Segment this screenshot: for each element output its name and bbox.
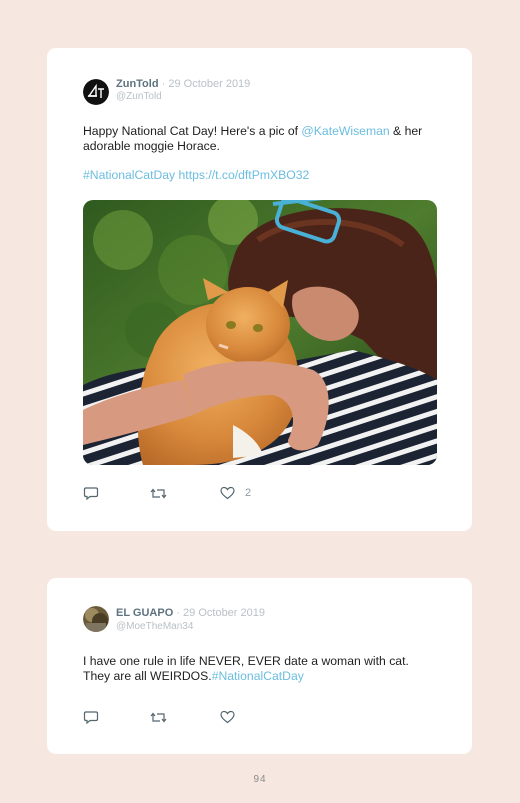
tweet-actions: [83, 710, 383, 726]
tweet-photo[interactable]: [83, 200, 437, 465]
tweet-date: · 29 October 2019: [176, 607, 265, 619]
like-count: 2: [245, 487, 252, 499]
tweet-text: Happy National Cat Day! Here's a pic of: [83, 124, 302, 138]
profile-photo-icon: [83, 606, 109, 632]
like-button[interactable]: 2: [220, 486, 251, 500]
tweet-header: ZunTold · 29 October 2019: [116, 78, 250, 91]
retweet-icon: [150, 712, 167, 723]
avatar[interactable]: [83, 79, 109, 105]
zuntold-logo-icon: [83, 79, 109, 105]
tweet-card: EL GUAPO · 29 October 2019 @MoeTheMan34 …: [47, 578, 472, 754]
reply-button[interactable]: [83, 486, 99, 501]
tweet-date: · 29 October 2019: [161, 78, 251, 90]
mention-link[interactable]: @KateWiseman: [301, 124, 389, 138]
tweet-links: #NationalCatDay https://t.co/dftPmXBO32: [83, 168, 443, 183]
retweet-button[interactable]: [150, 486, 167, 501]
tweet-card: ZunTold · 29 October 2019 @ZunTold Happy…: [47, 48, 472, 531]
retweet-icon: [150, 488, 167, 499]
cat-photo-image: [83, 200, 437, 465]
reply-button[interactable]: [83, 710, 99, 725]
hashtag-link[interactable]: #NationalCatDay: [83, 168, 175, 182]
like-button[interactable]: [220, 710, 235, 724]
tweet-body: I have one rule in life NEVER, EVER date…: [83, 654, 423, 684]
tweet-actions: 2: [83, 486, 383, 502]
avatar[interactable]: [83, 606, 109, 632]
username[interactable]: @MoeTheMan34: [116, 621, 193, 632]
tweet-header: EL GUAPO · 29 October 2019: [116, 607, 265, 620]
retweet-button[interactable]: [150, 710, 167, 725]
hashtag-link[interactable]: #NationalCatDay: [212, 669, 304, 683]
url-link[interactable]: https://t.co/dftPmXBO32: [179, 168, 310, 182]
tweet-body: Happy National Cat Day! Here's a pic of …: [83, 124, 443, 154]
username[interactable]: @ZunTold: [116, 91, 162, 102]
reply-icon: [83, 711, 99, 725]
reply-icon: [83, 487, 99, 501]
display-name[interactable]: ZunTold: [116, 78, 159, 90]
page-number: 94: [253, 774, 267, 785]
display-name[interactable]: EL GUAPO: [116, 607, 173, 619]
heart-icon: [220, 486, 235, 500]
heart-icon: [220, 710, 235, 724]
